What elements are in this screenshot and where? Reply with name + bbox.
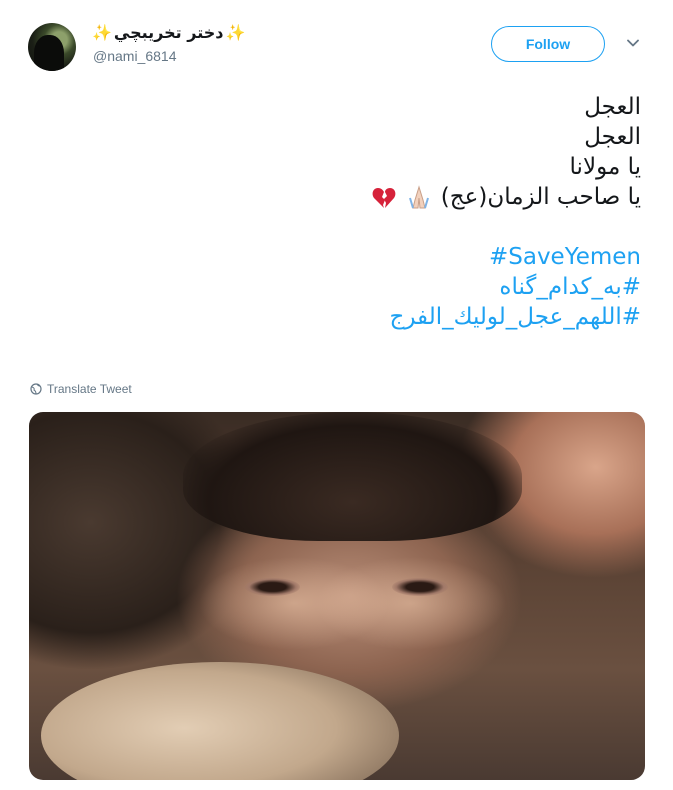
translate-tweet-link[interactable]: Translate Tweet — [30, 382, 132, 396]
tweet-text: العجل العجل يا مولانا يا صاحب الزمان(عج)… — [41, 92, 641, 332]
globe-icon — [30, 383, 42, 395]
sparkle-icon: ✨ — [225, 23, 246, 42]
sparkle-icon: ✨ — [92, 23, 112, 42]
tweet-line: يا صاحب الزمان(عج) — [440, 184, 641, 210]
hashtag-link[interactable]: #به_کدام_گناه — [41, 272, 641, 302]
hashtag-link[interactable]: #اللهم_عجل_لولیك_الفرج — [41, 302, 641, 332]
photo-eye — [392, 577, 448, 596]
photo-child — [41, 662, 399, 780]
praying-hands-icon — [409, 184, 430, 208]
avatar[interactable] — [28, 23, 76, 71]
avatar-silhouette — [34, 35, 64, 71]
chevron-down-icon[interactable] — [626, 36, 640, 50]
display-name-text: دختر تخریبچي — [113, 23, 224, 42]
user-handle[interactable]: @nami_6814 — [93, 48, 177, 64]
tweet-line: العجل — [584, 124, 641, 150]
tweet-photo[interactable] — [29, 412, 645, 780]
translate-label: Translate Tweet — [47, 382, 132, 396]
follow-button[interactable]: Follow — [491, 26, 605, 62]
display-name[interactable]: ✨ دختر تخریبچي ✨ — [92, 23, 245, 42]
tweet-line-with-emoji: يا صاحب الزمان(عج) — [41, 182, 641, 212]
tweet-line: العجل — [584, 94, 641, 120]
broken-heart-icon — [372, 187, 396, 208]
tweet-line: يا مولانا — [569, 154, 641, 180]
photo-hair — [183, 412, 522, 541]
hashtag-link[interactable]: #SaveYemen — [41, 242, 641, 272]
photo-eye — [244, 577, 301, 596]
